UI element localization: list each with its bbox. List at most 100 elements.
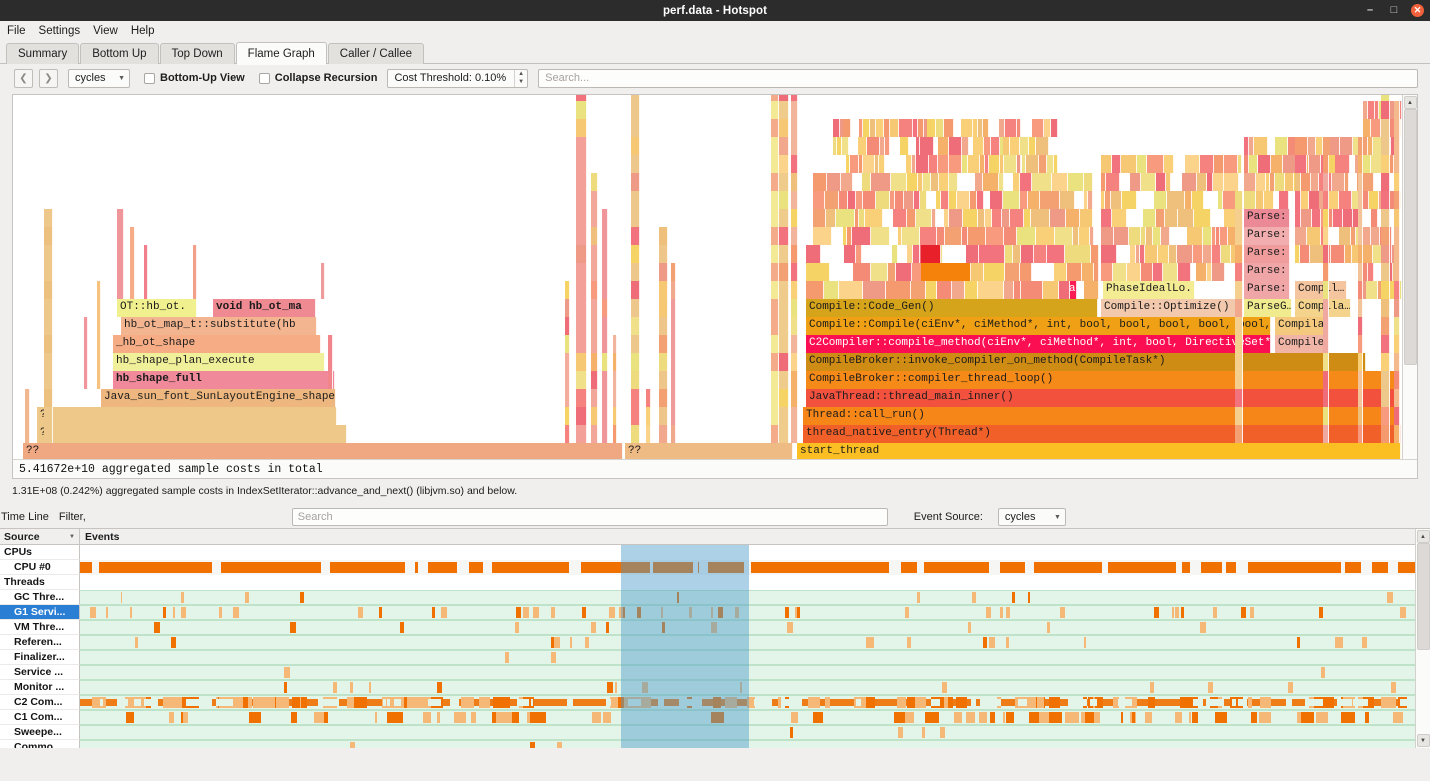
flamegraph-frame[interactable] bbox=[1196, 263, 1207, 281]
flamegraph-frame[interactable] bbox=[999, 173, 1004, 191]
flamegraph-frame[interactable] bbox=[1130, 173, 1141, 191]
flamegraph-frame[interactable] bbox=[25, 425, 30, 443]
flamegraph-frame[interactable] bbox=[771, 245, 779, 263]
flamegraph-frame[interactable] bbox=[565, 281, 570, 299]
flamegraph-frame[interactable] bbox=[771, 389, 779, 407]
flamegraph-frame[interactable] bbox=[1394, 137, 1400, 155]
flamegraph-frame[interactable] bbox=[949, 155, 963, 173]
flamegraph-frame[interactable] bbox=[771, 101, 779, 119]
flamegraph-frame[interactable] bbox=[97, 299, 101, 317]
flamegraph-frame[interactable] bbox=[659, 281, 668, 299]
flamegraph-frame[interactable]: CompileBroker::invoke_compiler_on_method… bbox=[806, 353, 1366, 371]
tab-flame-graph[interactable]: Flame Graph bbox=[236, 42, 327, 64]
flamegraph-frame[interactable] bbox=[1295, 155, 1307, 173]
timeline-row-label[interactable]: VM Thre... bbox=[0, 620, 80, 635]
flamegraph-frame[interactable] bbox=[920, 191, 928, 209]
flamegraph-frame[interactable] bbox=[1333, 209, 1343, 227]
flamegraph-frame[interactable] bbox=[576, 263, 587, 281]
flamegraph-frame[interactable] bbox=[791, 263, 798, 281]
flamegraph-frame[interactable] bbox=[826, 209, 836, 227]
flamegraph-frame[interactable] bbox=[879, 155, 885, 173]
flamegraph-frame[interactable] bbox=[841, 173, 853, 191]
flamegraph-frame[interactable] bbox=[1358, 155, 1363, 173]
flamegraph-frame[interactable] bbox=[1026, 155, 1039, 173]
flamegraph-frame[interactable] bbox=[631, 389, 640, 407]
flamegraph-frame[interactable] bbox=[591, 317, 598, 335]
flamegraph-frame[interactable] bbox=[1358, 281, 1363, 299]
flamegraph-frame[interactable] bbox=[602, 317, 608, 335]
flamegraph-frame[interactable] bbox=[1214, 155, 1224, 173]
flamegraph-frame[interactable] bbox=[779, 407, 789, 425]
flamegraph-frame[interactable] bbox=[565, 335, 570, 353]
timeline-row[interactable]: CPUs bbox=[0, 545, 1415, 560]
flamegraph-frame[interactable] bbox=[576, 119, 587, 137]
flamegraph-frame[interactable] bbox=[631, 335, 640, 353]
flamegraph-frame[interactable] bbox=[771, 353, 779, 371]
flamegraph-frame[interactable] bbox=[779, 335, 789, 353]
flamegraph-frame[interactable] bbox=[907, 209, 916, 227]
flamegraph-frame[interactable] bbox=[1381, 227, 1390, 245]
flamegraph-frame[interactable] bbox=[1340, 137, 1353, 155]
flamegraph-frame[interactable] bbox=[1371, 119, 1382, 137]
flamegraph-frame[interactable] bbox=[1394, 119, 1400, 137]
flamegraph-frame[interactable] bbox=[1182, 173, 1196, 191]
flamegraph-frame[interactable] bbox=[130, 227, 135, 245]
flamegraph-frame[interactable] bbox=[806, 281, 824, 299]
flamegraph-frame[interactable] bbox=[1005, 245, 1013, 263]
flamegraph-frame[interactable] bbox=[1363, 227, 1371, 245]
flamegraph-frame[interactable] bbox=[771, 155, 779, 173]
flamegraph-frame[interactable] bbox=[932, 209, 936, 227]
flamegraph-frame[interactable] bbox=[871, 263, 887, 281]
flamegraph-frame[interactable] bbox=[858, 137, 867, 155]
menu-help[interactable]: Help bbox=[131, 25, 155, 37]
flamegraph-frame[interactable] bbox=[949, 173, 958, 191]
flamegraph-frame[interactable] bbox=[130, 263, 135, 281]
flamegraph-frame[interactable] bbox=[1122, 191, 1137, 209]
flamegraph-frame[interactable] bbox=[1371, 227, 1380, 245]
flamegraph-frame[interactable] bbox=[1235, 227, 1243, 245]
flamegraph-frame[interactable] bbox=[117, 263, 124, 281]
flamegraph-frame[interactable] bbox=[671, 425, 676, 443]
flamegraph-frame[interactable] bbox=[631, 263, 640, 281]
flamegraph-frame[interactable] bbox=[1153, 263, 1163, 281]
flamegraph-frame[interactable] bbox=[1323, 335, 1329, 353]
flamegraph-frame[interactable] bbox=[602, 353, 608, 371]
flamegraph-frame[interactable] bbox=[1235, 335, 1243, 353]
flamegraph-frame[interactable]: Parse::. bbox=[1244, 245, 1290, 263]
flamegraph-frame[interactable] bbox=[1358, 209, 1363, 227]
flamegraph-frame[interactable] bbox=[938, 137, 949, 155]
flamegraph-frame[interactable] bbox=[659, 335, 668, 353]
flamegraph-frame[interactable] bbox=[631, 317, 640, 335]
flamegraph-frame[interactable] bbox=[1358, 227, 1363, 245]
flamegraph-frame[interactable] bbox=[791, 155, 798, 173]
flamegraph-frame[interactable] bbox=[779, 191, 789, 209]
flamegraph-frame[interactable]: ?? bbox=[37, 407, 337, 425]
flamegraph-frame[interactable]: hb_ot_map_t::substitute(hb bbox=[121, 317, 317, 335]
flamegraph-frame[interactable] bbox=[1264, 191, 1273, 209]
flamegraph-frame[interactable] bbox=[1301, 173, 1311, 191]
flamegraph-frame[interactable]: C2Compiler::compile_method(ciEnv*, ciMet… bbox=[806, 335, 1271, 353]
flamegraph-frame[interactable] bbox=[771, 335, 779, 353]
timeline-row-label[interactable]: CPU #0 bbox=[0, 560, 80, 575]
flamegraph-frame[interactable] bbox=[97, 371, 101, 389]
flamegraph-frame[interactable] bbox=[1020, 263, 1032, 281]
flamegraph-frame[interactable] bbox=[1332, 173, 1345, 191]
flamegraph-frame[interactable] bbox=[1028, 191, 1041, 209]
flamegraph-frame[interactable] bbox=[771, 263, 779, 281]
flamegraph-frame[interactable] bbox=[591, 371, 598, 389]
flamegraph-frame[interactable] bbox=[1121, 155, 1137, 173]
flamegraph-frame[interactable] bbox=[1213, 173, 1224, 191]
flamegraph-frame[interactable]: JavaThread::thread_main_inner() bbox=[806, 389, 1396, 407]
flamegraph-frame[interactable] bbox=[1141, 173, 1157, 191]
flamegraph-frame[interactable] bbox=[671, 335, 676, 353]
flamegraph-frame[interactable] bbox=[1014, 281, 1021, 299]
flamegraph-frame[interactable] bbox=[591, 191, 598, 209]
flamegraph-frame[interactable] bbox=[779, 173, 789, 191]
timeline-row[interactable]: C2 Com... bbox=[0, 695, 1415, 710]
flamegraph-frame[interactable] bbox=[975, 173, 984, 191]
flamegraph-frame[interactable] bbox=[1005, 119, 1016, 137]
flamegraph-frame[interactable] bbox=[1363, 173, 1374, 191]
flamegraph-frame[interactable] bbox=[1153, 227, 1160, 245]
flamegraph-frame[interactable] bbox=[576, 245, 587, 263]
tab-top-down[interactable]: Top Down bbox=[160, 43, 235, 64]
